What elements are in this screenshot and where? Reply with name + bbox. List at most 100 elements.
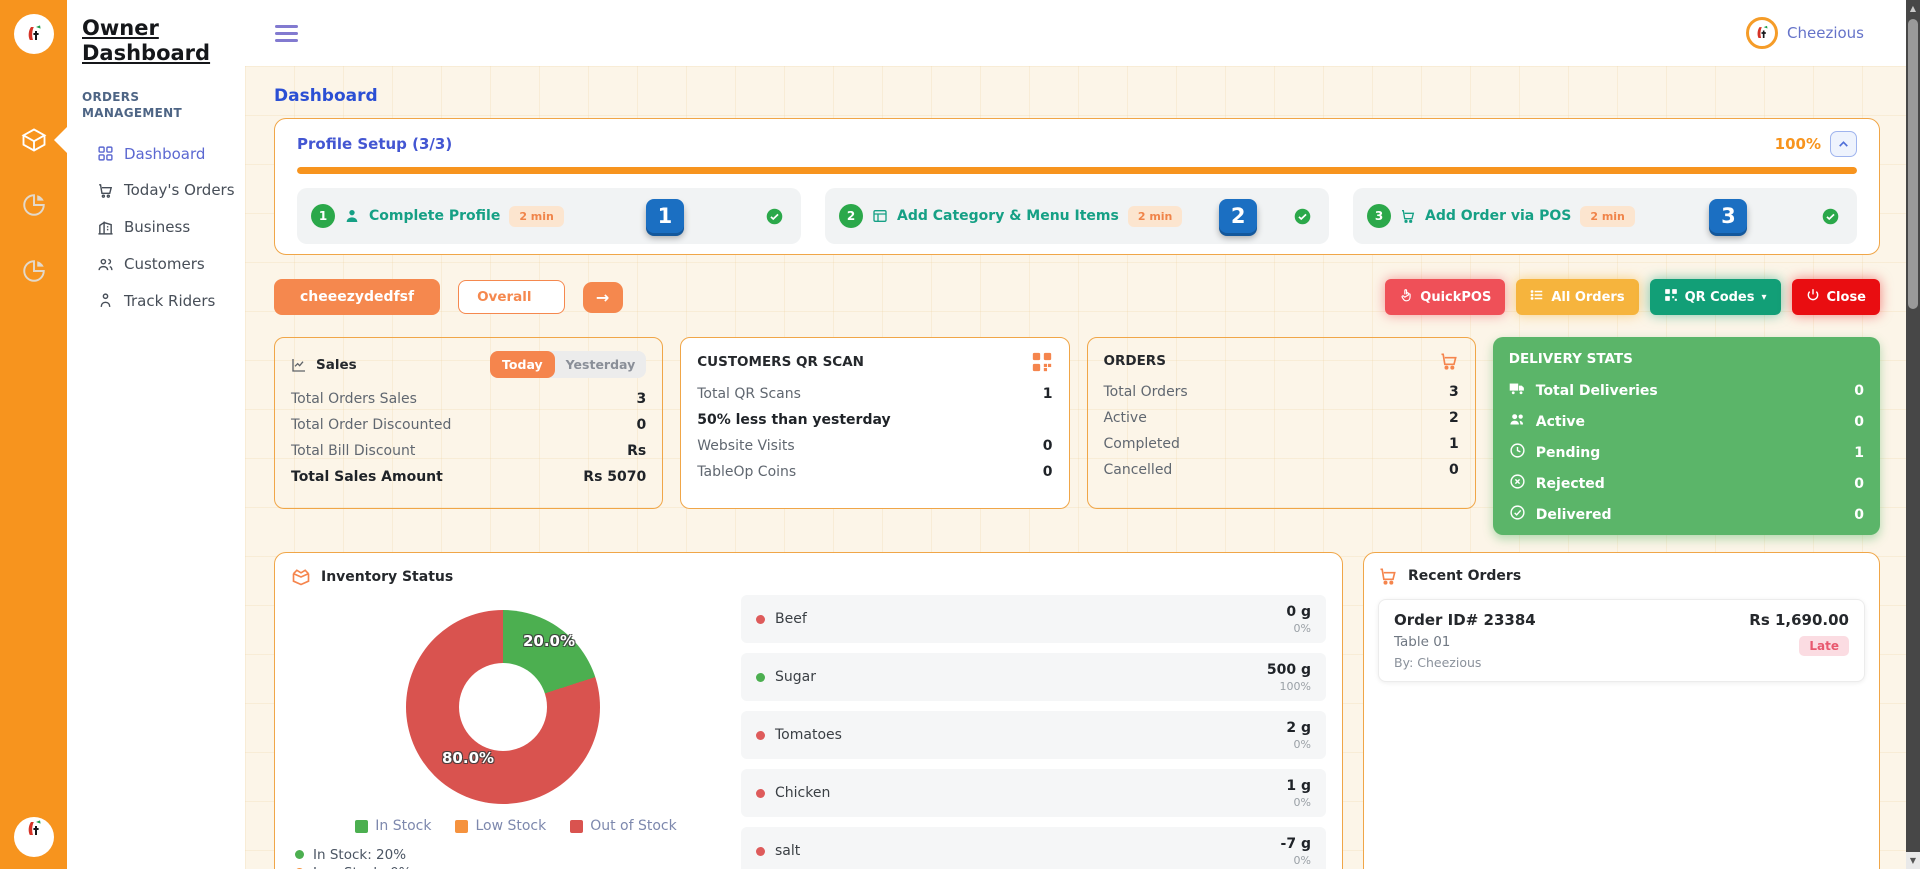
truck-icon: [1509, 380, 1526, 401]
order-table: Table 01: [1394, 634, 1536, 650]
setup-step-add-category[interactable]: 2 Add Category & Menu Items 2 min 2: [825, 188, 1329, 244]
sidebar-item-customers[interactable]: Customers: [82, 246, 235, 283]
sidebar-item-dashboard[interactable]: Dashboard: [82, 136, 235, 173]
stat-row: Total Bill DiscountRs: [291, 443, 646, 459]
users-icon: [1509, 411, 1526, 432]
step-number-badge: 2: [839, 204, 863, 228]
sales-card: Sales Today Yesterday Total Orders Sales…: [274, 337, 663, 509]
toggle-today[interactable]: Today: [490, 351, 555, 378]
topbar: Cheezious: [245, 0, 1906, 66]
sidebar-item-label: Track Riders: [124, 292, 215, 311]
x-circle-icon: [1509, 473, 1526, 494]
brand-glyph-icon: [1752, 23, 1772, 43]
cart-icon: [97, 182, 114, 199]
sales-period-toggle: Today Yesterday: [490, 351, 646, 378]
brand[interactable]: Cheezious: [1746, 17, 1864, 49]
stat-row: Total Order Discounted0: [291, 417, 646, 433]
sidebar-title: Owner Dashboard: [82, 16, 202, 66]
brand-glyph-icon: [22, 22, 46, 46]
setup-step-add-order-pos[interactable]: 3 Add Order via POS 2 min 3: [1353, 188, 1857, 244]
order-by: By: Cheezious: [1394, 655, 1536, 670]
order-card[interactable]: Order ID# 23384 Table 01 By: Cheezious R…: [1378, 599, 1865, 682]
app-logo[interactable]: [14, 14, 54, 54]
sidebar-nav: Dashboard Today's Orders Business Custom…: [82, 136, 235, 320]
sales-title: Sales: [316, 357, 357, 373]
page-scrollbar[interactable]: ▲ ▼: [1906, 0, 1920, 869]
scroll-up-icon[interactable]: ▲: [1906, 0, 1920, 17]
qr-codes-label: QR Codes: [1685, 290, 1755, 305]
all-orders-label: All Orders: [1551, 290, 1624, 305]
page-title: Dashboard: [274, 86, 1880, 106]
profile-setup-percent: 100%: [1775, 135, 1821, 153]
legend-in-stock[interactable]: In Stock: [355, 818, 431, 834]
all-orders-button[interactable]: All Orders: [1516, 279, 1638, 315]
cart-icon: [1400, 208, 1416, 224]
pie-chart-icon[interactable]: [0, 192, 67, 218]
quickpos-button[interactable]: QuickPOS: [1385, 279, 1505, 315]
power-icon: [1806, 288, 1820, 306]
go-arrow-button[interactable]: →: [583, 282, 623, 313]
collapse-button[interactable]: [1830, 131, 1857, 157]
stock-dot: [756, 731, 765, 740]
users-icon: [97, 256, 114, 273]
legend-low-stock[interactable]: Low Stock: [455, 818, 546, 834]
overall-filter-select[interactable]: Overall: [458, 280, 564, 314]
check-circle-icon: [1822, 208, 1839, 225]
scrollbar-thumb[interactable]: [1908, 19, 1918, 309]
qr-codes-button[interactable]: QR Codes ▾: [1650, 279, 1781, 315]
quickpos-label: QuickPOS: [1420, 290, 1491, 305]
main-content: Dashboard Profile Setup (3/3) 100% 1 Com…: [245, 66, 1906, 869]
chevron-up-icon: [1837, 138, 1850, 151]
step-duration-badge: 2 min: [1128, 206, 1183, 227]
setup-step-complete-profile[interactable]: 1 Complete Profile 2 min 1: [297, 188, 801, 244]
brand-name: Cheezious: [1787, 24, 1864, 42]
cart-icon: [1439, 351, 1459, 371]
menu-toggle-icon[interactable]: [275, 25, 298, 42]
toolbar: cheeezydedfsf Overall → QuickPOS All Ord…: [274, 279, 1880, 315]
inventory-item[interactable]: salt -7 g0%: [741, 827, 1326, 869]
sidebar-item-track-riders[interactable]: Track Riders: [82, 283, 235, 320]
sidebar-item-label: Dashboard: [124, 145, 205, 164]
clock-icon: [1509, 442, 1526, 463]
menu-table-icon: [872, 208, 888, 224]
business-name-button[interactable]: cheeezydedfsf: [274, 279, 440, 315]
delivery-row: Active0: [1509, 411, 1864, 432]
inventory-chart-area: 20.0% 80.0% In Stock Low Stock Out of St…: [291, 587, 741, 869]
sidebar-item-todays-orders[interactable]: Today's Orders: [82, 172, 235, 209]
step-number-badge: 1: [311, 204, 335, 228]
chart-line-icon: [291, 357, 307, 373]
toggle-yesterday[interactable]: Yesterday: [555, 351, 647, 378]
inventory-title: Inventory Status: [321, 569, 453, 585]
pie-chart-2-icon[interactable]: [0, 258, 67, 284]
step-shortcut-key: 1: [646, 199, 684, 233]
stat-row: Website Visits0: [697, 438, 1052, 454]
recent-orders-title: Recent Orders: [1408, 568, 1521, 584]
profile-setup-card: Profile Setup (3/3) 100% 1 Complete Prof…: [274, 118, 1880, 255]
delivery-stats-card: DELIVERY STATS Total Deliveries0 Active0…: [1493, 337, 1880, 535]
sidebar-item-business[interactable]: Business: [82, 209, 235, 246]
close-button[interactable]: Close: [1792, 279, 1880, 315]
open-box-icon: [291, 567, 311, 587]
stock-dot: [756, 673, 765, 682]
inventory-item[interactable]: Chicken 1 g0%: [741, 769, 1326, 817]
legend-out-of-stock[interactable]: Out of Stock: [570, 818, 677, 834]
brand-glyph-icon: [22, 817, 46, 841]
step-label: Add Order via POS: [1425, 208, 1571, 224]
sidebar-item-label: Today's Orders: [124, 181, 235, 200]
inventory-item[interactable]: Beef 0 g0%: [741, 595, 1326, 643]
inventory-item[interactable]: Tomatoes 2 g0%: [741, 711, 1326, 759]
rider-icon: [97, 292, 114, 309]
stat-row: Total QR Scans1: [697, 386, 1052, 402]
app-logo-bottom[interactable]: [14, 817, 54, 857]
active-section-pointer: [54, 127, 67, 153]
inventory-item[interactable]: Sugar 500 g100%: [741, 653, 1326, 701]
sidebar-item-label: Business: [124, 218, 190, 237]
progress-fill: [297, 167, 1857, 174]
recent-orders-card: Recent Orders Order ID# 23384 Table 01 B…: [1363, 552, 1880, 869]
step-number-badge: 3: [1367, 204, 1391, 228]
scroll-down-icon[interactable]: ▼: [1906, 852, 1920, 869]
stat-row: TableOp Coins0: [697, 464, 1052, 480]
step-label: Complete Profile: [369, 208, 500, 224]
inventory-items-list: Beef 0 g0% Sugar 500 g100% Tomatoes 2 g0…: [741, 595, 1326, 869]
summary-row: Low Stock: 0%: [295, 864, 741, 869]
